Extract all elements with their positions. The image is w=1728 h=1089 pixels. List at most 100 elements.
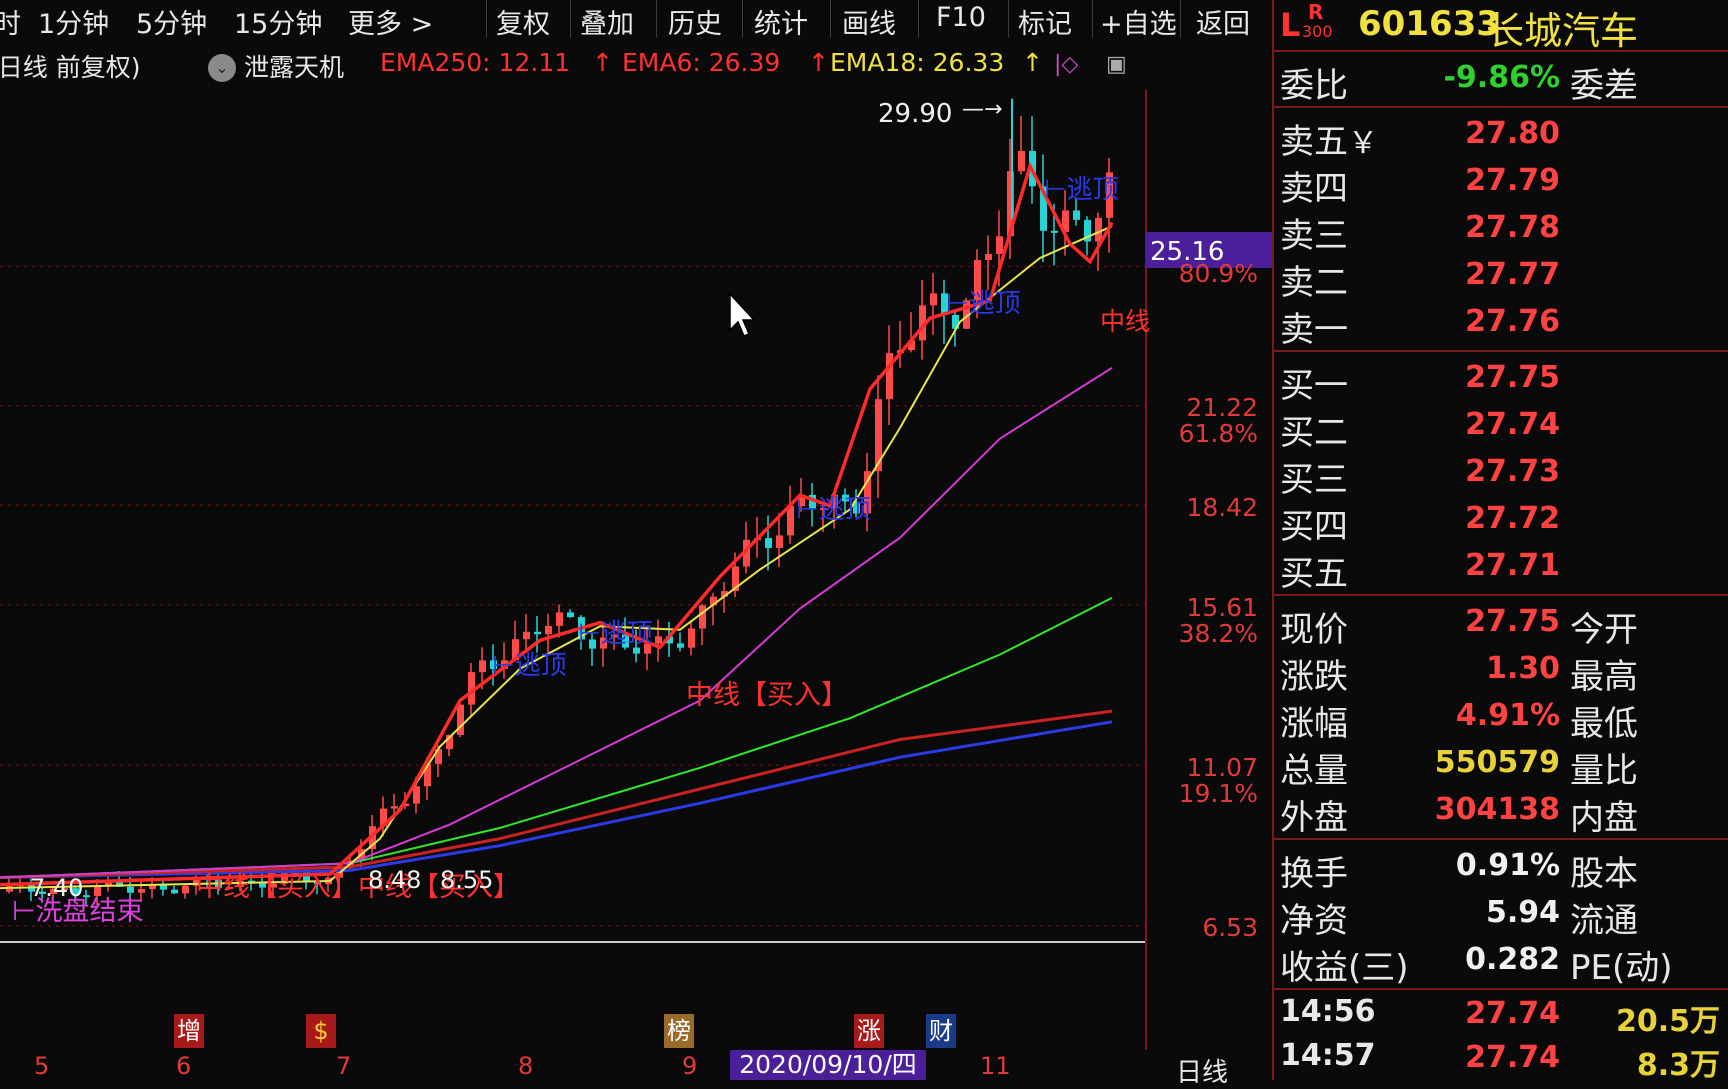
arrow-up-icon: ↑ — [808, 48, 829, 77]
candle-body — [787, 506, 794, 536]
candle-body — [765, 538, 772, 549]
candle-body — [886, 353, 893, 400]
quote-label: 今开 — [1570, 610, 1638, 650]
price-tick: 15.61 — [1186, 593, 1258, 622]
bid-label: 买三 — [1280, 460, 1348, 500]
quote-label: 最低 — [1570, 704, 1638, 744]
ask-price: 27.77 — [1465, 257, 1560, 292]
order-diff-label: 委差 — [1570, 66, 1638, 106]
candle-body — [534, 631, 541, 635]
candle-body — [457, 704, 464, 735]
tick-volume: 8.3万 — [1636, 1048, 1720, 1083]
add-watchlist-button[interactable]: +自选 — [1100, 2, 1177, 41]
mark-button[interactable]: 标记 — [1018, 2, 1072, 41]
low-label: 8.55 — [440, 866, 493, 894]
quote-label: 外盘 — [1280, 798, 1348, 838]
strategy-name[interactable]: 泄露天机 — [244, 48, 344, 84]
fib-tick: 38.2% — [1179, 619, 1258, 648]
moving-average-lines — [0, 161, 1114, 890]
event-tag-increase[interactable]: 增 — [174, 1014, 204, 1048]
indicator-toggle-icon[interactable]: |◇ — [1054, 52, 1078, 77]
quote-value: 4.91% — [1455, 698, 1560, 733]
period-button-1min[interactable]: 1分钟 — [38, 2, 109, 41]
quote-value: 27.75 — [1465, 604, 1560, 639]
candle-body — [930, 293, 937, 306]
ask-price: 27.78 — [1465, 210, 1560, 245]
quote-label: 最高 — [1570, 657, 1638, 697]
order-ratio-value: -9.86% — [1443, 60, 1560, 95]
tick-price: 27.74 — [1465, 1040, 1560, 1075]
ask-row: 卖三 27.78 — [1272, 206, 1728, 256]
selected-date: 2020/09/10/四 — [730, 1050, 926, 1080]
quote-panel: L R 300 601633 长城汽车 委比 -9.86% 委差 卖五￥ 27.… — [1272, 0, 1728, 1083]
low-label: 7.40 — [30, 874, 83, 902]
fundamental-label: PE(动) — [1570, 948, 1673, 988]
candle-body — [138, 889, 145, 893]
signal-mid-cut: 中线 — [1100, 307, 1150, 336]
ma-line-red — [0, 709, 1113, 879]
signal-escape-top: ⊢逃顶 — [796, 495, 871, 525]
panel-toggle-icon[interactable]: ▣ — [1106, 52, 1127, 77]
ask-label: 卖五￥ — [1280, 122, 1378, 162]
f10-button[interactable]: F10 — [936, 2, 986, 33]
ema250-value: EMA250: 12.11 — [380, 48, 571, 77]
history-button[interactable]: 历史 — [668, 2, 722, 41]
stock-code: 601633 — [1358, 4, 1500, 44]
signal-escape-top: ⊢逃顶 — [578, 619, 653, 649]
chevron-down-icon[interactable]: ⌄ — [208, 54, 236, 82]
price-tick: 21.22 — [1186, 393, 1258, 422]
overlay-button[interactable]: 叠加 — [580, 2, 634, 41]
quote-label: 内盘 — [1570, 798, 1638, 838]
quote-label: 量比 — [1570, 751, 1638, 791]
top-toolbar: 时 1分钟 5分钟 15分钟 更多 > 复权 叠加 历史 统计 画线 F10 标… — [0, 0, 1272, 40]
candle-body — [1018, 150, 1025, 172]
ma-line-green — [0, 597, 1113, 879]
event-tag-limitup[interactable]: 涨 — [854, 1014, 884, 1048]
bid-price: 27.72 — [1465, 501, 1560, 536]
period-switch-button[interactable]: 日线 — [1176, 1052, 1228, 1089]
event-tag-dividend[interactable]: $ — [306, 1014, 336, 1048]
ema18-value: EMA18: 26.33 — [830, 48, 1005, 77]
ask-price: 27.79 — [1465, 163, 1560, 198]
candle-body — [699, 605, 706, 629]
quote-value: 304138 — [1434, 792, 1560, 827]
candle-body — [479, 660, 486, 673]
candle-body — [677, 643, 684, 648]
period-button-15min[interactable]: 15分钟 — [234, 2, 322, 41]
statistics-button[interactable]: 统计 — [754, 2, 808, 41]
ask-label: 卖三 — [1280, 216, 1348, 256]
arrow-up-icon: ↑ — [592, 48, 613, 77]
ema18-line — [0, 225, 1113, 890]
fundamental-label: 换手 — [1280, 854, 1348, 894]
period-button-5min[interactable]: 5分钟 — [136, 2, 207, 41]
candle-body — [171, 889, 178, 894]
period-button-hour[interactable]: 时 — [0, 2, 21, 41]
high-label: 29.90 — [878, 99, 952, 129]
quote-value: 1.30 — [1485, 651, 1560, 686]
candle-body — [655, 636, 662, 644]
candlesticks — [6, 98, 1113, 906]
candle-body — [688, 628, 695, 648]
event-tag-finance[interactable]: 财 — [926, 1014, 956, 1048]
fib-tick: 80.9% — [1179, 259, 1258, 288]
draw-line-button[interactable]: 画线 — [842, 2, 896, 41]
ask-price: 27.76 — [1465, 304, 1560, 339]
event-tag-list[interactable]: 榜 — [664, 1014, 694, 1048]
more-menu-button[interactable]: 更多 > — [348, 2, 433, 41]
ask-row: 卖一 27.76 — [1272, 300, 1728, 350]
adjust-button[interactable]: 复权 — [496, 2, 550, 41]
price-tick: 11.07 — [1186, 753, 1258, 782]
index-badge-sub: 300 — [1302, 22, 1333, 41]
ask-price: 27.80 — [1465, 116, 1560, 151]
kline-chart[interactable]: 29.90 —→ ⊢逃顶 ⊢逃顶 ⊢逃顶 ⊢逃顶 ⊢逃顶 中线【买入】 中线【买… — [0, 90, 1272, 1050]
quote-row: 现价 27.75 今开 — [1272, 600, 1728, 650]
back-button[interactable]: 返回 — [1196, 2, 1250, 41]
arrow-up-icon: ↑ — [1022, 48, 1043, 77]
x-axis-label: 7 — [336, 1052, 352, 1080]
stock-name: 长城汽车 — [1486, 9, 1639, 53]
x-axis-label: 5 — [34, 1052, 50, 1080]
tick-time: 14:57 — [1280, 1038, 1376, 1073]
x-axis-label: 9 — [682, 1052, 698, 1080]
fundamental-label: 股本 — [1570, 854, 1638, 894]
candle-body — [413, 786, 420, 804]
